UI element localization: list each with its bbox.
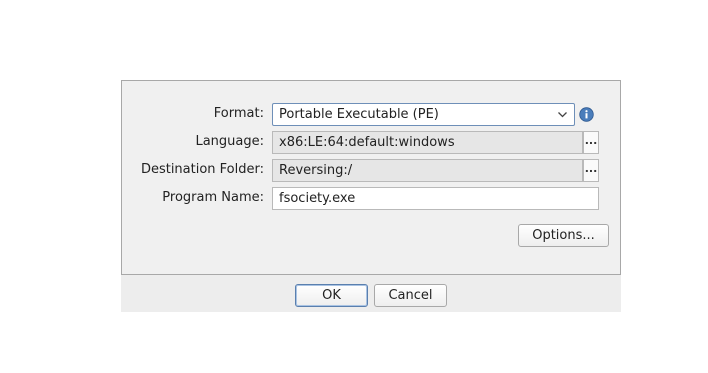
language-field: x86:LE:64:default:windows — [272, 131, 583, 154]
language-label: Language: — [195, 134, 264, 149]
program-name-input[interactable]: fsociety.exe — [272, 187, 599, 210]
cancel-button[interactable]: Cancel — [374, 284, 447, 307]
format-label: Format: — [213, 106, 264, 121]
import-dialog: Format: Portable Executable (PE) Languag… — [121, 80, 621, 312]
ok-button[interactable]: OK — [295, 284, 368, 307]
options-button[interactable]: Options... — [518, 224, 609, 247]
info-icon[interactable] — [579, 107, 594, 122]
format-dropdown[interactable]: Portable Executable (PE) — [272, 103, 575, 126]
language-browse-button[interactable]: ... — [583, 131, 599, 154]
destination-folder-label: Destination Folder: — [140, 162, 264, 177]
format-value: Portable Executable (PE) — [279, 107, 439, 122]
destination-browse-button[interactable]: ... — [583, 159, 599, 182]
chevron-down-icon — [558, 112, 567, 118]
import-options-panel: Format: Portable Executable (PE) Languag… — [121, 80, 621, 275]
program-name-label: Program Name: — [162, 190, 264, 205]
destination-folder-field: Reversing:/ — [272, 159, 583, 182]
